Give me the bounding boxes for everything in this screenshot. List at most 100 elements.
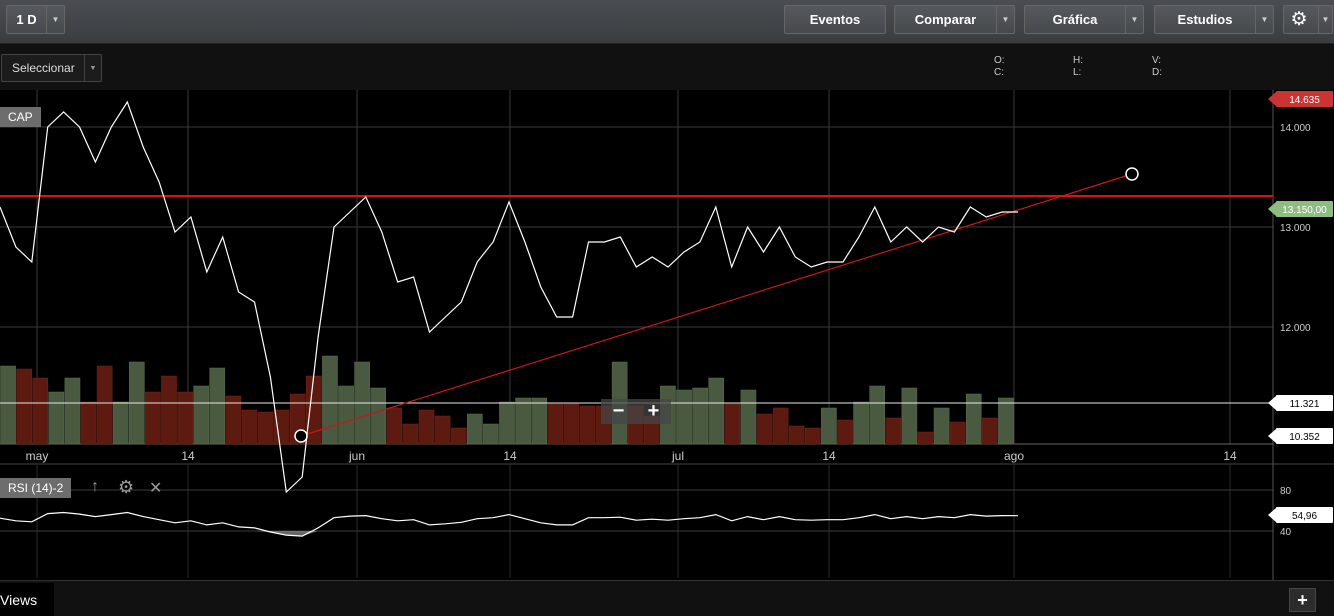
volume-bar — [32, 377, 49, 445]
volume-bars — [0, 355, 1014, 445]
volume-bar — [563, 403, 580, 445]
x-tick-label: ago — [1004, 449, 1024, 463]
price-chart[interactable]: may 14 jun 14 jul 14 ago 14 14.000 13.000 12.000 80… — [0, 90, 1334, 580]
volume-bar — [370, 387, 387, 445]
volume-bar — [96, 365, 113, 445]
top-toolbar: 1 D ▼ Eventos Comparar ▼ Gráfica ▼ Estud… — [0, 0, 1334, 44]
close-icon[interactable]: ✕ — [149, 478, 162, 498]
volume-bar — [16, 368, 32, 445]
y-tick-label: 13.000 — [1280, 223, 1311, 234]
x-tick-label: jun — [348, 449, 365, 463]
volume-bar — [885, 417, 902, 445]
volume-bar — [531, 397, 547, 445]
compare-label: Comparar — [914, 12, 977, 27]
low-price-badge-text: 10.352 — [1289, 432, 1320, 443]
rsi-oversold-fill — [0, 531, 1018, 537]
volume-bar — [788, 425, 805, 445]
volume-bar — [177, 391, 193, 445]
low-label: L: — [1073, 67, 1082, 78]
chart-subbar: Seleccionar ▼ O: C: H: L: V: D: — [0, 44, 1334, 90]
volume-bar — [80, 401, 97, 445]
x-tick-label: 14 — [181, 449, 195, 463]
chart-type-dropdown[interactable]: Gráfica ▼ — [1024, 5, 1144, 34]
level-price-badge-pointer — [1268, 396, 1276, 410]
views-tab[interactable]: Views — [0, 583, 54, 616]
x-tick-label: 14 — [822, 449, 836, 463]
volume-bar — [322, 355, 338, 445]
volume-bar — [434, 415, 451, 445]
trend-anchor-start — [294, 429, 308, 443]
rsi-value-badge-pointer — [1268, 508, 1276, 522]
volume-bar — [145, 391, 161, 445]
studies-label: Estudios — [1177, 12, 1233, 27]
volume-bar — [483, 423, 499, 445]
ohlc-volume-date: V: D: — [1152, 55, 1162, 79]
x-tick-label: jul — [671, 449, 684, 463]
add-view-button[interactable]: + — [1289, 588, 1316, 612]
date-label: D: — [1152, 67, 1162, 78]
rsi-value-badge-text: 54,96 — [1292, 511, 1317, 522]
chevron-down-icon: ▼ — [996, 6, 1014, 33]
volume-bar — [257, 411, 274, 445]
zoom-controls: − + — [601, 399, 671, 424]
volume-bar — [515, 397, 531, 445]
events-label: Eventos — [809, 12, 861, 27]
volume-bar — [901, 387, 918, 445]
volume-bar — [982, 417, 998, 445]
x-tick-label: 14 — [503, 449, 517, 463]
chart-type-label: Gráfica — [1052, 12, 1098, 27]
arrow-up-icon[interactable]: ↑ — [91, 478, 99, 496]
select-label: Seleccionar — [12, 61, 75, 75]
y-tick-label: 14.000 — [1280, 123, 1311, 134]
volume-bar — [579, 405, 596, 445]
high-label: H: — [1073, 55, 1083, 66]
volume-bar — [965, 393, 982, 445]
volume-bar — [161, 375, 177, 445]
bottom-bar: Views + — [0, 580, 1334, 616]
compare-dropdown[interactable]: Comparar ▼ — [894, 5, 1015, 34]
rsi-line — [0, 511, 1019, 537]
volume-bar — [869, 385, 885, 445]
studies-dropdown[interactable]: Estudios ▼ — [1154, 5, 1274, 34]
chevron-down-icon: ▼ — [84, 55, 101, 81]
settings-dropdown[interactable]: ⚙ ▼ — [1283, 5, 1333, 34]
volume-bar — [756, 413, 773, 445]
gear-icon[interactable]: ⚙ — [118, 477, 134, 498]
high-price-badge-text: 14.635 — [1289, 95, 1320, 106]
volume-bar — [193, 385, 209, 445]
volume-bar — [48, 391, 65, 445]
ohlc-open-close: O: C: — [994, 55, 1005, 79]
symbol-tag[interactable]: CAP — [0, 107, 41, 127]
zoom-in-button[interactable]: + — [636, 399, 671, 424]
zoom-out-button[interactable]: − — [601, 399, 636, 424]
volume-bar — [821, 407, 837, 445]
last-price-badge-text: 13.150,00 — [1282, 205, 1327, 216]
volume-bar — [418, 409, 435, 445]
drawing-tool-select[interactable]: Seleccionar ▼ — [1, 54, 102, 82]
chevron-down-icon: ▼ — [46, 6, 64, 33]
volume-bar — [338, 385, 354, 445]
open-label: O: — [994, 55, 1005, 66]
volume-bar — [933, 407, 950, 445]
events-button[interactable]: Eventos — [784, 5, 886, 34]
volume-bar — [692, 387, 708, 445]
volume-bar — [450, 427, 467, 445]
high-price-badge-pointer — [1268, 92, 1276, 106]
volume-bar — [676, 389, 692, 445]
volume-bar — [209, 367, 226, 445]
close-label: C: — [994, 67, 1004, 78]
trend-anchor-end — [1125, 167, 1139, 181]
volume-bar — [805, 427, 821, 445]
chevron-down-icon: ▼ — [1318, 6, 1332, 33]
rsi-series — [0, 511, 1019, 537]
level-price-badge-text: 11.321 — [1290, 399, 1320, 410]
volume-bar — [772, 407, 789, 445]
volume-bar — [917, 431, 934, 445]
volume-bar — [998, 397, 1014, 445]
ohlc-high-low: H: L: — [1073, 55, 1083, 79]
period-dropdown[interactable]: 1 D ▼ — [6, 5, 65, 34]
volume-bar — [837, 419, 853, 445]
rsi-tag[interactable]: RSI (14)-2 — [0, 478, 72, 498]
volume-bar — [273, 409, 290, 445]
chart-grid — [0, 90, 1334, 580]
